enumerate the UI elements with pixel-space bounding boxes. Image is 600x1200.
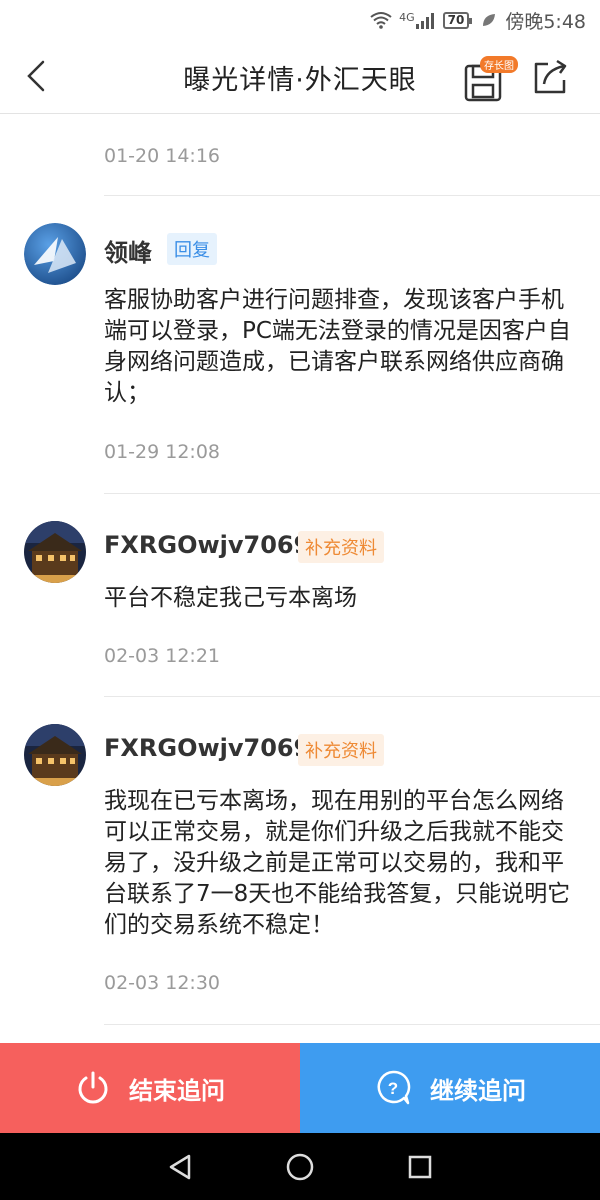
comment-time: 02-03 12:21 <box>104 645 221 667</box>
wifi-icon <box>370 12 392 29</box>
end-inquiry-label: 结束追问 <box>129 1076 225 1105</box>
comment-thread[interactable]: 01-20 14:16 领峰 回复 客服协助客户进行问题排查，发现该客户手机端可… <box>0 115 600 1043</box>
header: 曝光详情·外汇天眼 存长图 <box>0 40 600 114</box>
system-nav-bar <box>0 1133 600 1200</box>
home-circle-icon[interactable] <box>285 1152 315 1182</box>
user-photo-avatar-icon <box>24 521 86 583</box>
status-icons: 4G 70 <box>369 11 497 29</box>
divider <box>104 1024 600 1025</box>
save-badge: 存长图 <box>480 56 518 73</box>
back-triangle-icon[interactable] <box>165 1152 195 1182</box>
share-button[interactable] <box>532 58 572 98</box>
power-icon <box>78 1071 108 1104</box>
signal-icon <box>415 13 434 29</box>
comment-time: 01-29 12:08 <box>104 441 221 463</box>
comment-text: 我现在已亏本离场，现在用别的平台怎么网络可以正常交易，就是你们升级之后我就不能交… <box>104 788 571 938</box>
svg-text:?: ? <box>388 1079 398 1098</box>
recents-square-icon[interactable] <box>405 1152 435 1182</box>
share-icon <box>534 59 567 94</box>
comment-time: 01-20 14:16 <box>104 145 221 167</box>
comment-text: 客服协助客户进行问题排查，发现该客户手机端可以登录，PC端无法登录的情况是因客户… <box>104 287 571 406</box>
comment-time: 02-03 12:30 <box>104 972 221 994</box>
leaf-icon <box>483 14 496 26</box>
comment-author: FXRGOwjv7069 <box>104 531 311 559</box>
comment-author: 领峰 <box>104 239 152 267</box>
supplement-tag: 补充资料 <box>298 734 384 766</box>
comment-text: 平台不稳定我己亏本离场 <box>104 585 357 611</box>
comment-author: FXRGOwjv7069 <box>104 734 311 762</box>
question-bubble-icon: ? <box>377 1070 411 1105</box>
continue-inquiry-label: 继续追问 <box>430 1076 526 1105</box>
divider <box>104 696 600 697</box>
network-label: 4G <box>399 11 415 24</box>
avatar[interactable] <box>24 724 86 786</box>
avatar[interactable] <box>24 223 86 285</box>
end-inquiry-button[interactable]: 结束追问 <box>0 1043 300 1133</box>
supplement-tag: 补充资料 <box>298 531 384 563</box>
battery-icon: 70 <box>442 11 473 29</box>
divider <box>104 493 600 494</box>
save-image-button[interactable]: 存长图 <box>462 56 518 102</box>
user-photo-avatar-icon <box>24 724 86 786</box>
brand-logo-avatar-icon <box>24 223 86 285</box>
action-bar: 结束追问 ? 继续追问 <box>0 1043 600 1133</box>
continue-inquiry-button[interactable]: ? 继续追问 <box>300 1043 600 1133</box>
status-bar: 4G 70 傍晚5:48 <box>0 0 600 40</box>
divider <box>104 195 600 196</box>
avatar[interactable] <box>24 521 86 583</box>
clock: 傍晚5:48 <box>505 10 586 33</box>
reply-tag: 回复 <box>167 233 217 265</box>
